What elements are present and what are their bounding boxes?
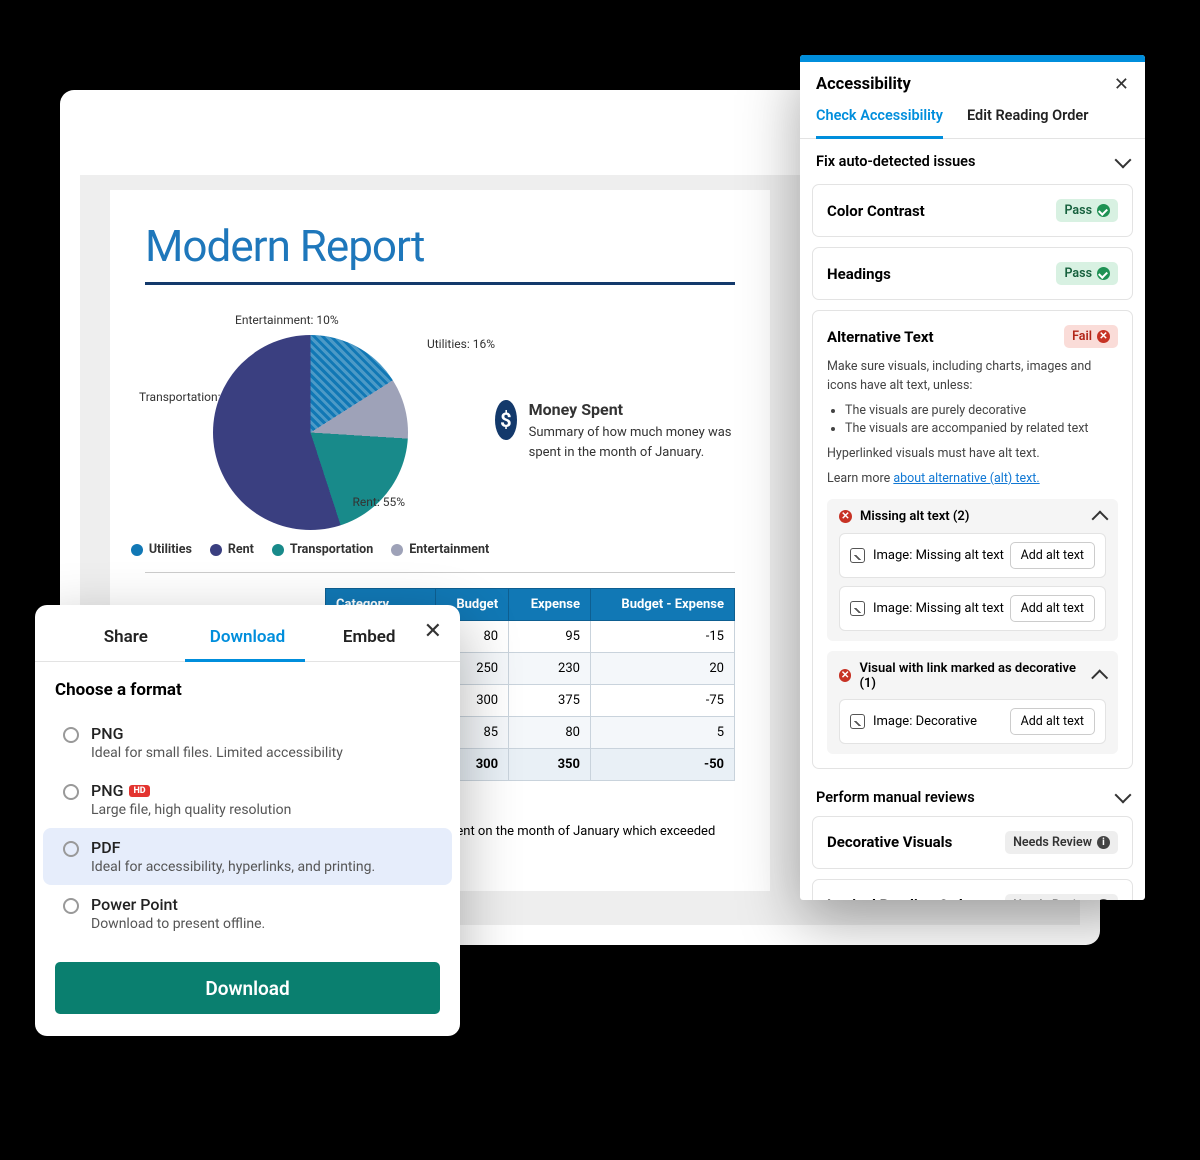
chevron-down-icon [1115,151,1132,168]
add-alt-text-button[interactable]: Add alt text [1010,542,1095,569]
card-headings[interactable]: HeadingsPass [812,247,1133,300]
image-icon [850,601,865,616]
image-icon [850,548,865,563]
x-icon: ✕ [1097,330,1110,343]
image-icon [850,714,865,729]
pie-chart: Entertainment: 10% Utilities: 16% Transp… [145,305,475,557]
status-badge: Fail✕ [1064,325,1118,348]
tab-embed[interactable]: Embed [308,623,430,661]
status-badge: Needs Reviewi [1005,894,1118,901]
radio-icon [63,841,79,857]
status-badge: Pass [1056,199,1118,222]
alt-issue-item: Image: Missing alt textAdd alt text [839,533,1106,578]
chart-legend: Utilities Rent Transportation Entertainm… [145,542,475,557]
dollar-icon: $ [495,400,517,440]
tab-download[interactable]: Download [187,623,309,661]
accessibility-panel: Accessibility ✕ Check Accessibility Edit… [800,55,1145,900]
money-spent-callout: $ Money Spent Summary of how much money … [495,400,735,462]
close-icon[interactable]: ✕ [1114,74,1129,95]
hd-badge: HD [129,785,149,797]
chevron-up-icon [1092,510,1109,527]
add-alt-text-button[interactable]: Add alt text [1010,595,1095,622]
card-logical-reading-order[interactable]: Logical Reading OrderNeeds Reviewi [812,879,1133,901]
tab-share[interactable]: Share [65,623,187,661]
alt-issue-item: Image: Missing alt textAdd alt text [839,586,1106,631]
status-badge: Pass [1056,262,1118,285]
manual-reviews-header[interactable]: Perform manual reviews [812,779,1133,816]
card-alternative-text: Alternative TextFail✕ Make sure visuals,… [812,310,1133,769]
option-png-hd[interactable]: PNGHDLarge file, high quality resolution [43,771,452,828]
report-title: Modern Report [145,220,735,272]
radio-icon [63,727,79,743]
option-powerpoint[interactable]: Power PointDownload to present offline. [43,885,452,942]
tab-check-accessibility[interactable]: Check Accessibility [816,107,943,139]
radio-icon [63,898,79,914]
check-icon [1097,204,1110,217]
info-icon: i [1097,836,1110,849]
missing-alt-group: ✕Missing alt text (2) Image: Missing alt… [827,499,1118,641]
card-decorative-visuals[interactable]: Decorative VisualsNeeds Reviewi [812,816,1133,869]
chevron-down-icon [1115,787,1132,804]
auto-issues-header[interactable]: Fix auto-detected issues [800,139,1145,184]
info-icon: i [1097,899,1110,901]
card-color-contrast[interactable]: Color ContrastPass [812,184,1133,237]
option-png[interactable]: PNGIdeal for small files. Limited access… [43,714,452,771]
chevron-up-icon [1092,669,1109,686]
check-icon [1097,267,1110,280]
download-modal: ✕ Share Download Embed Choose a format P… [35,605,460,1036]
radio-icon [63,784,79,800]
decorative-link-group: ✕Visual with link marked as decorative (… [827,651,1118,754]
add-alt-text-button[interactable]: Add alt text [1010,708,1095,735]
learn-more-link[interactable]: about alternative (alt) text. [893,471,1039,486]
x-icon: ✕ [839,669,851,682]
option-pdf[interactable]: PDFIdeal for accessibility, hyperlinks, … [43,828,452,885]
divider [145,282,735,285]
tab-edit-reading-order[interactable]: Edit Reading Order [967,107,1088,138]
x-icon: ✕ [839,510,852,523]
alt-issue-item: Image: DecorativeAdd alt text [839,699,1106,744]
status-badge: Needs Reviewi [1005,831,1118,854]
download-button[interactable]: Download [55,962,440,1014]
panel-title: Accessibility [816,75,911,94]
format-heading: Choose a format [35,662,460,714]
